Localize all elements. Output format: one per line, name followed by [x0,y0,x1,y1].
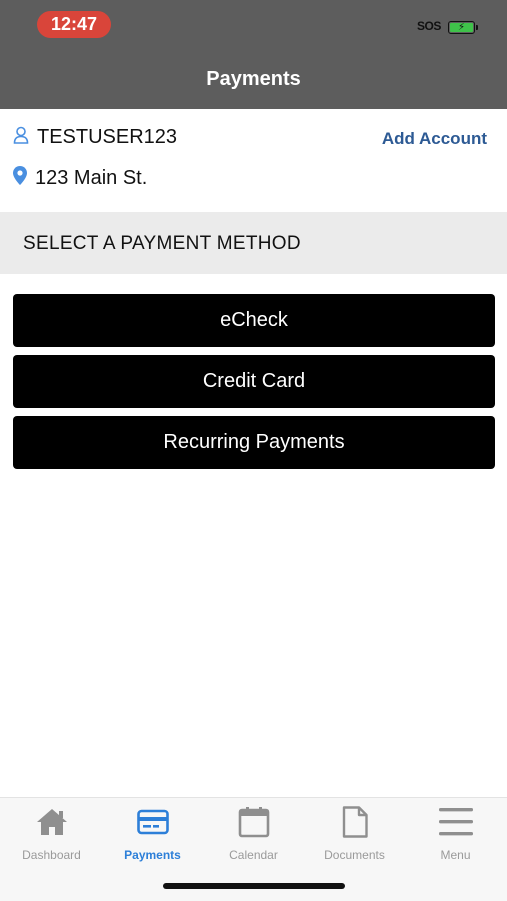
echeck-button[interactable]: eCheck [13,294,495,347]
sos-indicator: SOS [417,19,441,33]
tab-calendar[interactable]: Calendar [203,804,304,864]
recurring-payments-button[interactable]: Recurring Payments [13,416,495,469]
section-title: SELECT A PAYMENT METHOD [23,233,301,254]
address-row: 123 Main St. [13,166,147,190]
user-row: TESTUSER123 [13,126,177,149]
user-icon [13,126,29,149]
tab-documents[interactable]: Documents [304,804,405,864]
add-account-link[interactable]: Add Account [382,129,487,149]
location-pin-icon [13,166,27,190]
credit-card-icon [136,804,169,840]
payment-method-section-header: SELECT A PAYMENT METHOD [0,212,507,274]
hamburger-menu-icon [438,804,473,840]
tab-label: Dashboard [22,848,81,862]
tab-label: Payments [124,848,181,862]
account-info: TESTUSER123 123 Main St. Add Account [0,109,507,212]
tab-dashboard[interactable]: Dashboard [1,804,102,864]
battery-icon: ⚡ [448,21,478,34]
tab-payments[interactable]: Payments [102,804,203,864]
tab-label: Documents [324,848,385,862]
tab-label: Menu [440,848,471,862]
home-icon [35,804,69,840]
calendar-icon [238,804,270,840]
tab-label: Calendar [229,848,278,862]
status-time: 12:47 [37,11,111,38]
home-indicator[interactable] [163,883,345,889]
app-header: 12:47 SOS ⚡ Payments [0,0,507,109]
address: 123 Main St. [35,166,148,189]
page-title: Payments [206,68,301,90]
tab-menu[interactable]: Menu [405,804,506,864]
credit-card-button[interactable]: Credit Card [13,355,495,408]
username: TESTUSER123 [37,126,178,148]
document-icon [342,804,368,840]
